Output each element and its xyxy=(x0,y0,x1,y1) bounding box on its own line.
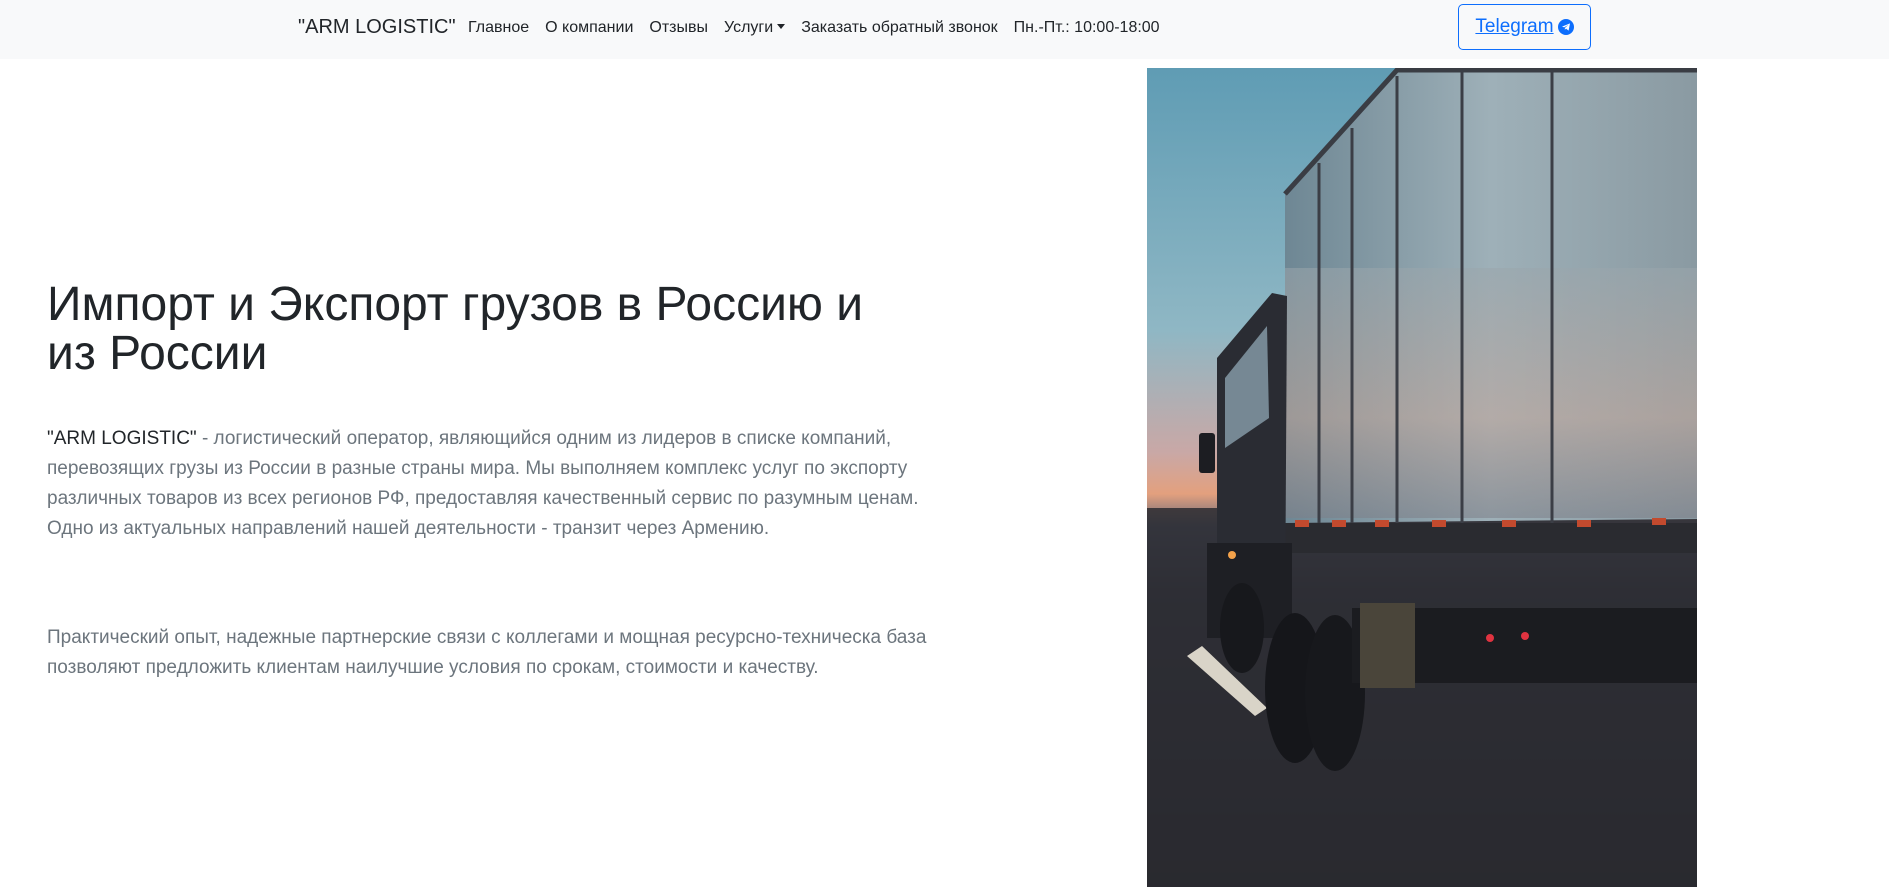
experience-paragraph: Практический опыт, надежные партнерские … xyxy=(47,627,927,678)
hero-title: Импорт и Экспорт грузов в Россию и из Ро… xyxy=(47,278,864,380)
intro-brand: "ARM LOGISTIC" xyxy=(47,428,197,449)
navbar: "ARM LOGISTIC" Главное О компании Отзывы… xyxy=(0,0,1889,59)
working-hours: Пн.-Пт.: 10:00-18:00 xyxy=(1013,19,1160,36)
nav-link-about[interactable]: О компании xyxy=(545,19,633,37)
chevron-down-icon xyxy=(777,24,786,29)
nav-dropdown-services[interactable]: Услуги xyxy=(724,19,786,37)
nav-link-home[interactable]: Главное xyxy=(468,19,529,37)
nav-links: Главное О компании Отзывы Услуги Заказат… xyxy=(468,19,1160,37)
telegram-label: Telegram xyxy=(1475,16,1554,37)
nav-dropdown-label: Услуги xyxy=(724,19,774,36)
brand-logo[interactable]: "ARM LOGISTIC" xyxy=(298,16,456,39)
nav-link-reviews[interactable]: Отзывы xyxy=(649,19,708,37)
telegram-icon xyxy=(1557,19,1574,35)
truck-photo xyxy=(1147,68,1697,887)
telegram-button[interactable]: Telegram xyxy=(1458,4,1591,50)
nav-link-callback[interactable]: Заказать обратный звонок xyxy=(801,19,997,37)
intro-paragraph: "ARM LOGISTIC" - логистический оператор,… xyxy=(47,424,927,544)
